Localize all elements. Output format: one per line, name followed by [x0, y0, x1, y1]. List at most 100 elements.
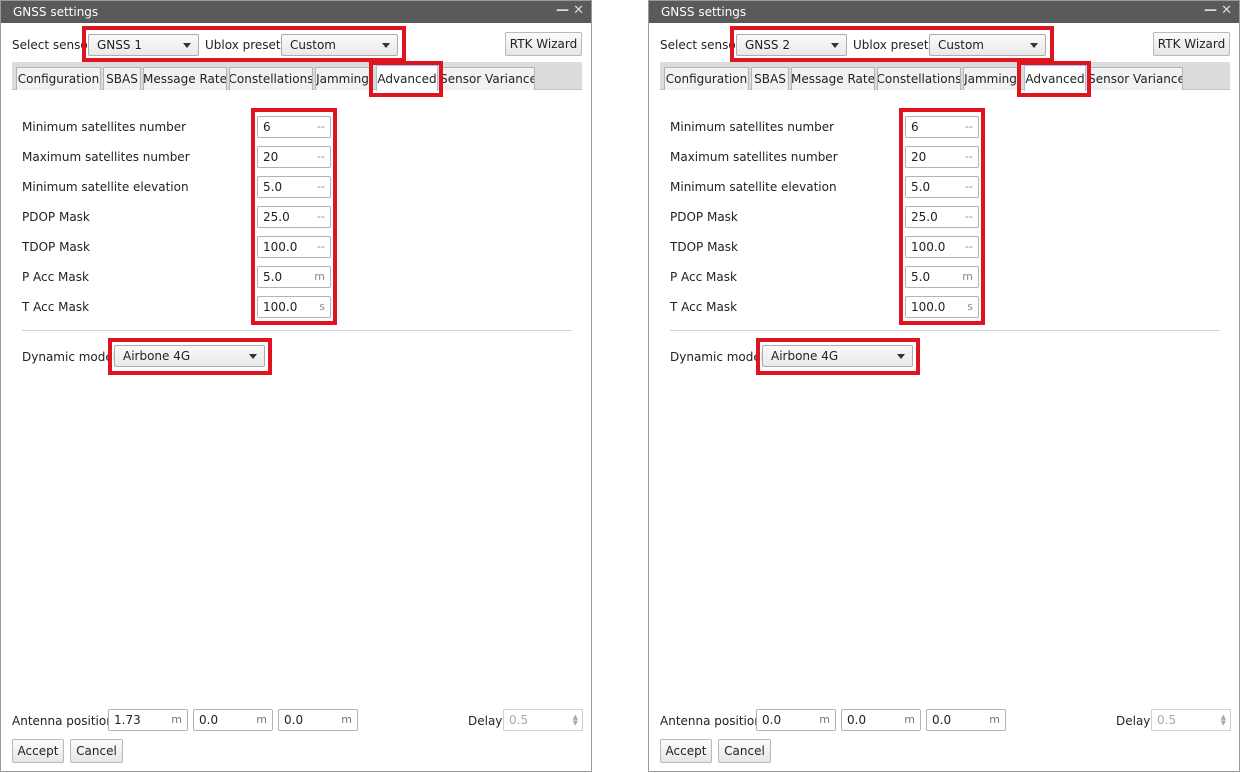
window-title: GNSS settings [13, 5, 99, 19]
pdop-mask-input[interactable]: 25.0 -- [257, 206, 331, 228]
min-elevation-input[interactable]: 5.0 -- [905, 176, 979, 198]
antenna-position-label: Antenna position [12, 714, 114, 728]
close-icon[interactable]: ✕ [1221, 3, 1232, 18]
max-satellites-input[interactable]: 20 -- [905, 146, 979, 168]
tab-message-rate[interactable]: Message Rate [143, 67, 227, 90]
tab-sensor-variance[interactable]: Sensor Variance [442, 67, 535, 90]
ublox-preset-select[interactable]: Custom [281, 34, 398, 56]
row-label: Maximum satellites number [22, 150, 190, 164]
delay-label: Delay [1116, 714, 1151, 728]
divider [22, 330, 572, 331]
field-value: 100.0 [911, 300, 946, 314]
field-value: 5.0 [911, 270, 931, 284]
t-acc-mask-input[interactable]: 100.0 s [257, 296, 331, 318]
field-unit: m [171, 713, 182, 726]
min-satellites-input[interactable]: 6 -- [905, 116, 979, 138]
minimize-icon[interactable]: — [556, 3, 569, 18]
dynamic-model-value: Airbone 4G [123, 349, 191, 363]
dynamic-model-select[interactable]: Airbone 4G [114, 345, 265, 367]
tab-jamming[interactable]: Jamming [963, 67, 1018, 90]
tab-configuration[interactable]: Configuration [664, 67, 749, 90]
window-titlebar[interactable]: GNSS settings — ✕ [1, 1, 591, 23]
sensor-select[interactable]: GNSS 2 [736, 34, 847, 56]
delay-input: 0.5 ▲ ▼ [503, 709, 583, 731]
chevron-down-icon [249, 354, 257, 359]
ublox-preset-label: Ublox preset: [205, 38, 285, 52]
tab-advanced[interactable]: Advanced [376, 65, 438, 91]
row-label: PDOP Mask [670, 210, 738, 224]
field-value: 0.5 [509, 713, 529, 727]
field-unit: -- [317, 180, 325, 193]
minimize-icon[interactable]: — [1204, 3, 1217, 18]
rtk-wizard-button[interactable]: RTK Wizard [1153, 32, 1230, 56]
ublox-preset-select[interactable]: Custom [929, 34, 1046, 56]
field-value: 0.0 [932, 713, 952, 727]
rtk-wizard-button[interactable]: RTK Wizard [505, 32, 582, 56]
field-value: 1.73 [114, 713, 141, 727]
chevron-down-icon [183, 43, 191, 48]
cancel-button[interactable]: Cancel [718, 739, 771, 763]
tdop-mask-input[interactable]: 100.0 -- [257, 236, 331, 258]
chevron-down-icon [382, 43, 390, 48]
field-value: 25.0 [911, 210, 938, 224]
tab-sbas[interactable]: SBAS [751, 67, 789, 90]
max-satellites-input[interactable]: 20 -- [257, 146, 331, 168]
cancel-button[interactable]: Cancel [70, 739, 123, 763]
min-elevation-input[interactable]: 5.0 -- [257, 176, 331, 198]
field-unit: m [341, 713, 352, 726]
field-value: 100.0 [911, 240, 946, 254]
tab-jamming[interactable]: Jamming [315, 67, 370, 90]
p-acc-mask-input[interactable]: 5.0 m [257, 266, 331, 288]
field-unit: -- [965, 120, 973, 133]
row-label: T Acc Mask [670, 300, 738, 314]
tab-advanced[interactable]: Advanced [1024, 65, 1086, 91]
t-acc-mask-input[interactable]: 100.0 s [905, 296, 979, 318]
antenna-x-input[interactable]: 1.73 m [108, 709, 188, 731]
accept-button[interactable]: Accept [660, 739, 712, 763]
row-label: TDOP Mask [22, 240, 90, 254]
field-unit: m [989, 713, 1000, 726]
field-value: 0.0 [284, 713, 304, 727]
window-titlebar[interactable]: GNSS settings — ✕ [649, 1, 1239, 23]
antenna-x-input[interactable]: 0.0 m [756, 709, 836, 731]
ublox-preset-value: Custom [938, 38, 984, 52]
antenna-z-input[interactable]: 0.0 m [926, 709, 1006, 731]
min-satellites-input[interactable]: 6 -- [257, 116, 331, 138]
select-sensor-label: Select sensor [660, 38, 741, 52]
p-acc-mask-input[interactable]: 5.0 m [905, 266, 979, 288]
row-label: TDOP Mask [670, 240, 738, 254]
delay-input: 0.5 ▲ ▼ [1151, 709, 1231, 731]
divider [670, 330, 1220, 331]
row-label: Minimum satellite elevation [22, 180, 189, 194]
sensor-select[interactable]: GNSS 1 [88, 34, 199, 56]
tab-constellations[interactable]: Constellations [229, 67, 313, 90]
dynamic-model-select[interactable]: Airbone 4G [762, 345, 913, 367]
antenna-position-label: Antenna position [660, 714, 762, 728]
field-unit: -- [317, 120, 325, 133]
tab-bar: Configuration SBAS Message Rate Constell… [660, 62, 1230, 91]
field-unit: m [819, 713, 830, 726]
dynamic-model-label: Dynamic model [670, 350, 765, 364]
tab-sbas[interactable]: SBAS [103, 67, 141, 90]
antenna-y-input[interactable]: 0.0 m [193, 709, 273, 731]
field-unit: m [962, 270, 973, 283]
row-label: PDOP Mask [22, 210, 90, 224]
field-value: 6 [911, 120, 919, 134]
tab-constellations[interactable]: Constellations [877, 67, 961, 90]
tab-configuration[interactable]: Configuration [16, 67, 101, 90]
tab-sensor-variance[interactable]: Sensor Variance [1090, 67, 1183, 90]
antenna-z-input[interactable]: 0.0 m [278, 709, 358, 731]
close-icon[interactable]: ✕ [573, 3, 584, 18]
row-label: P Acc Mask [22, 270, 89, 284]
field-unit: m [904, 713, 915, 726]
accept-button[interactable]: Accept [12, 739, 64, 763]
antenna-y-input[interactable]: 0.0 m [841, 709, 921, 731]
field-value: 5.0 [263, 180, 283, 194]
tab-message-rate[interactable]: Message Rate [791, 67, 875, 90]
row-label: Minimum satellite elevation [670, 180, 837, 194]
sensor-select-value: GNSS 1 [97, 38, 142, 52]
tdop-mask-input[interactable]: 100.0 -- [905, 236, 979, 258]
sensor-select-value: GNSS 2 [745, 38, 790, 52]
pdop-mask-input[interactable]: 25.0 -- [905, 206, 979, 228]
chevron-down-icon [897, 354, 905, 359]
